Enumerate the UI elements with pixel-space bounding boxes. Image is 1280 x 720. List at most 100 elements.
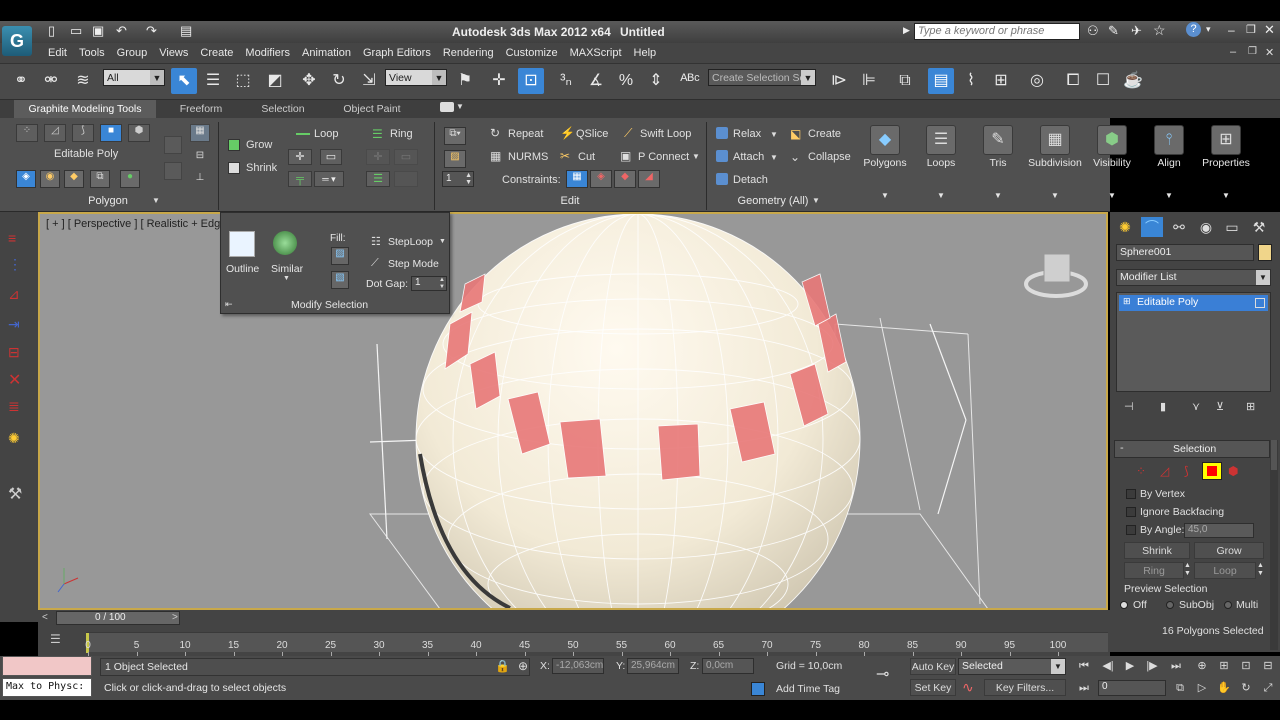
favorites-icon[interactable]: ☆ (1153, 22, 1166, 39)
set-key-curve-icon[interactable]: ∿ (962, 679, 974, 696)
zoom-icon[interactable]: ⊕ (1192, 657, 1212, 675)
go-to-end-icon[interactable]: ⏭ (1166, 657, 1186, 675)
time-slider-left-icon[interactable]: < (42, 612, 48, 623)
polygon-mode-icon[interactable]: ■ (100, 124, 122, 142)
vertex-mode-icon[interactable]: ⁘ (16, 124, 38, 142)
shrink-label[interactable]: Shrink (246, 162, 277, 174)
steploop-label[interactable]: StepLoop (388, 236, 433, 248)
hierarchy-panel-icon[interactable]: ⚯ (1168, 217, 1190, 237)
p-connect-dropdown-icon[interactable]: ▼ (692, 152, 700, 161)
doc-minimize-icon[interactable]: – (1230, 46, 1236, 58)
grow-icon[interactable] (228, 139, 240, 151)
pin-stack-icon-2[interactable]: ⊣ (1124, 400, 1134, 413)
repeat-icon[interactable]: ↻ (490, 126, 500, 140)
preview-subobj-radio[interactable] (1166, 601, 1174, 609)
detach-icon[interactable] (716, 173, 728, 185)
outline-label[interactable]: Outline (226, 263, 259, 275)
window-crossing-icon[interactable]: ◩ (262, 68, 288, 94)
by-angle-checkbox[interactable] (1126, 525, 1136, 535)
sphere[interactable] (415, 214, 861, 608)
redo-icon[interactable]: ↷ (146, 23, 157, 39)
key-mode-icon[interactable]: ⏭ (1074, 679, 1094, 697)
percent-snap-icon[interactable]: % (613, 68, 639, 94)
menu-customize[interactable]: Customize (500, 43, 564, 64)
left-tool-6-icon[interactable]: ✕ (8, 370, 21, 390)
new-file-icon[interactable]: ▯ (48, 23, 55, 39)
nurms-label[interactable]: NURMS (508, 151, 548, 163)
cut-label[interactable]: Cut (578, 151, 595, 163)
ring-button[interactable]: Ring (1124, 562, 1184, 579)
selection-filter-dropdown[interactable]: All ▼ (103, 69, 165, 86)
reference-coordinate-dropdown[interactable]: View ▼ (385, 69, 447, 86)
menu-maxscript[interactable]: MAXScript (564, 43, 628, 64)
modifier-list-dropdown[interactable]: Modifier List ▼ (1116, 269, 1271, 286)
similar-icon[interactable] (273, 231, 297, 255)
menu-animation[interactable]: Animation (296, 43, 357, 64)
edit-named-selection-icon[interactable]: ᴬᴮᶜ (677, 68, 703, 94)
modify-selection-pin-icon[interactable]: ⇤ (225, 299, 233, 310)
previous-frame-icon[interactable]: ◀| (1098, 657, 1118, 675)
select-manipulate-icon[interactable]: ✛ (486, 68, 512, 94)
fill-icon[interactable]: ▨ (331, 247, 349, 265)
menu-group[interactable]: Group (111, 43, 154, 64)
vertex-subobj-icon[interactable]: ⁘ (1136, 464, 1146, 478)
app-logo-button[interactable]: G (2, 26, 32, 56)
loop-options-icon[interactable]: ═ ▾ (314, 171, 344, 187)
orbit-icon[interactable]: ↻ (1236, 679, 1256, 697)
loop-icon[interactable] (296, 133, 310, 135)
menu-graph-editors[interactable]: Graph Editors (357, 43, 437, 64)
modify-panel-icon[interactable]: ⌒ (1141, 217, 1163, 237)
current-frame-field[interactable]: 0 (1098, 680, 1166, 696)
add-time-tag-label[interactable]: Add Time Tag (776, 683, 840, 695)
similar-label[interactable]: Similar (271, 263, 303, 275)
y-coordinate-field[interactable]: 25,964cm (627, 658, 679, 674)
fill-hole-icon[interactable]: ▧ (331, 271, 349, 289)
constraint-edge-icon[interactable]: ◈ (590, 170, 612, 188)
snaps-toggle-icon[interactable]: ³ₙ (553, 68, 579, 94)
save-file-icon[interactable]: ▣ (92, 23, 104, 39)
ribbon-align-tool-icon[interactable]: ⊥ (190, 172, 210, 190)
key-set-dropdown[interactable]: Selected ▼ (958, 658, 1066, 675)
utilities-panel-icon[interactable]: ⚒ (1248, 217, 1270, 237)
relax-dropdown-icon[interactable]: ▼ (770, 130, 778, 139)
selection-rollout-header[interactable]: - Selection (1114, 440, 1270, 458)
help-icon[interactable]: ? (1186, 22, 1201, 37)
stack-item-editable-poly[interactable]: ⊞ Editable Poly (1119, 295, 1268, 311)
key-filters-button[interactable]: Key Filters... (984, 679, 1066, 696)
zoom-extents-icon[interactable]: ⊡ (1236, 657, 1256, 675)
play-icon[interactable]: ▶ (1120, 657, 1140, 675)
keyboard-shortcut-override-icon[interactable]: ⊡ (518, 68, 544, 94)
p-connect-label[interactable]: P Connect (638, 151, 689, 163)
preview-multi-radio[interactable] (1224, 601, 1232, 609)
viewcube[interactable] (1024, 253, 1088, 298)
menu-modifiers[interactable]: Modifiers (239, 43, 296, 64)
border-mode-icon[interactable]: ⟆ (72, 124, 94, 142)
curve-editor-icon[interactable]: ⌇ (958, 68, 984, 94)
left-tool-3-icon[interactable]: ⊿ (8, 286, 20, 303)
use-stack-selection-icon[interactable]: ◉ (40, 170, 60, 188)
maxscript-mini-listener[interactable]: Max to Physc: (2, 678, 92, 697)
named-selection-sets-dropdown[interactable]: Create Selection Se ▼ (708, 69, 816, 86)
by-vertex-checkbox[interactable] (1126, 489, 1136, 499)
render-production-icon[interactable]: ☕ (1120, 68, 1146, 94)
detach-label[interactable]: Detach (733, 174, 768, 186)
tab-freeform[interactable]: Freeform (168, 100, 234, 118)
show-end-result-icon-2[interactable]: ▮ (1160, 400, 1166, 413)
cut-icon[interactable]: ✂ (560, 149, 570, 163)
menu-create[interactable]: Create (194, 43, 239, 64)
repeat-label[interactable]: Repeat (508, 128, 543, 140)
undo-icon[interactable]: ↶ (116, 23, 127, 39)
selection-lock-icon[interactable]: 🔒 (495, 659, 510, 673)
go-to-start-icon[interactable]: ⏮ (1074, 657, 1094, 675)
constraint-none-icon[interactable]: ▦ (566, 170, 588, 188)
time-slider-right-icon[interactable]: > (172, 612, 178, 623)
similar-dropdown-icon[interactable]: ▼ (283, 275, 290, 282)
left-tool-4-icon[interactable]: ⇥ (8, 316, 20, 333)
open-file-icon[interactable]: ▭ (70, 23, 82, 39)
qslice-icon[interactable]: ⚡ (560, 126, 575, 140)
loop-label[interactable]: Loop (314, 128, 338, 140)
minimize-icon[interactable]: – (1228, 23, 1235, 37)
polygon-subobj-icon[interactable] (1202, 462, 1222, 480)
search-arrow-icon[interactable]: ▶ (903, 25, 910, 36)
by-angle-field[interactable]: 45,0 (1184, 523, 1254, 538)
